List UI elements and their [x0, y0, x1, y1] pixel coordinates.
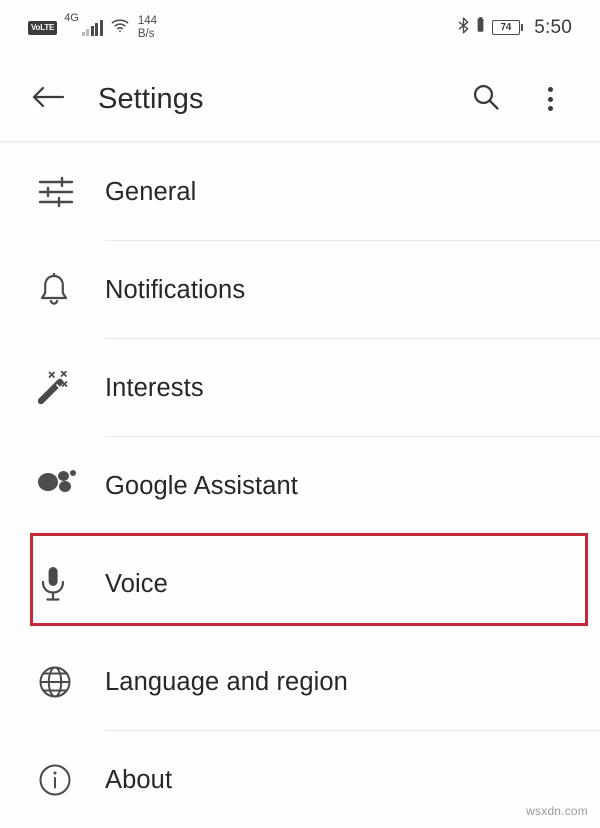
list-item-google-assistant[interactable]: Google Assistant	[0, 437, 600, 535]
wifi-icon	[110, 17, 130, 38]
arrow-back-icon	[31, 83, 65, 116]
data-rate-indicator: 144 B/s	[138, 15, 157, 40]
search-button[interactable]	[458, 71, 514, 127]
list-item-label: Google Assistant	[105, 471, 298, 500]
settings-list: General Notifications Interests Google A…	[0, 143, 600, 828]
network-type-label: 4G	[64, 12, 79, 24]
status-bar-right: 74 5:50	[458, 0, 572, 55]
battery-cap	[520, 24, 524, 31]
clock-label: 5:50	[534, 16, 572, 38]
list-item-label: Language and region	[105, 667, 348, 696]
phone-screen: VoLTE 4G 144 B/s 74 5:50 Settings Genera…	[0, 0, 600, 828]
info-circle-icon	[38, 763, 84, 797]
assistant-dots-icon	[38, 469, 84, 503]
volte-badge: VoLTE	[28, 20, 58, 35]
data-rate-unit: B/s	[137, 27, 155, 40]
status-bar-left: VoLTE 4G 144 B/s	[28, 0, 157, 55]
search-icon	[471, 82, 501, 117]
status-bar: VoLTE 4G 144 B/s 74 5:50	[0, 0, 600, 55]
battery-indicator: 74	[491, 20, 524, 35]
page-title: Settings	[98, 82, 204, 115]
list-item-label: About	[105, 765, 173, 794]
list-item-general[interactable]: General	[0, 143, 600, 241]
overflow-menu-button[interactable]	[522, 71, 578, 127]
vibrate-icon	[476, 17, 485, 38]
battery-level-label: 74	[500, 22, 511, 33]
magic-wand-icon	[38, 371, 84, 405]
bluetooth-icon	[458, 16, 469, 39]
tune-sliders-icon	[38, 176, 84, 208]
app-bar: Settings	[0, 55, 600, 143]
bell-icon	[38, 273, 84, 307]
list-item-label: General	[105, 177, 197, 206]
list-item-language-and-region[interactable]: Language and region	[0, 633, 600, 731]
list-item-interests[interactable]: Interests	[0, 339, 600, 437]
list-item-label: Notifications	[105, 275, 246, 304]
list-item-about[interactable]: About	[0, 731, 600, 828]
globe-icon	[38, 665, 84, 699]
list-item-label: Interests	[105, 373, 204, 402]
watermark-label: wsxdn.com	[526, 804, 588, 818]
data-rate-value: 144	[137, 15, 158, 28]
back-button[interactable]	[20, 71, 76, 127]
list-item-notifications[interactable]: Notifications	[0, 241, 600, 339]
list-item-label: Voice	[105, 569, 168, 598]
list-item-voice[interactable]: Voice	[0, 535, 600, 633]
cellular-signal-icon	[81, 19, 103, 36]
more-vert-icon	[547, 87, 553, 111]
microphone-icon	[38, 565, 84, 603]
